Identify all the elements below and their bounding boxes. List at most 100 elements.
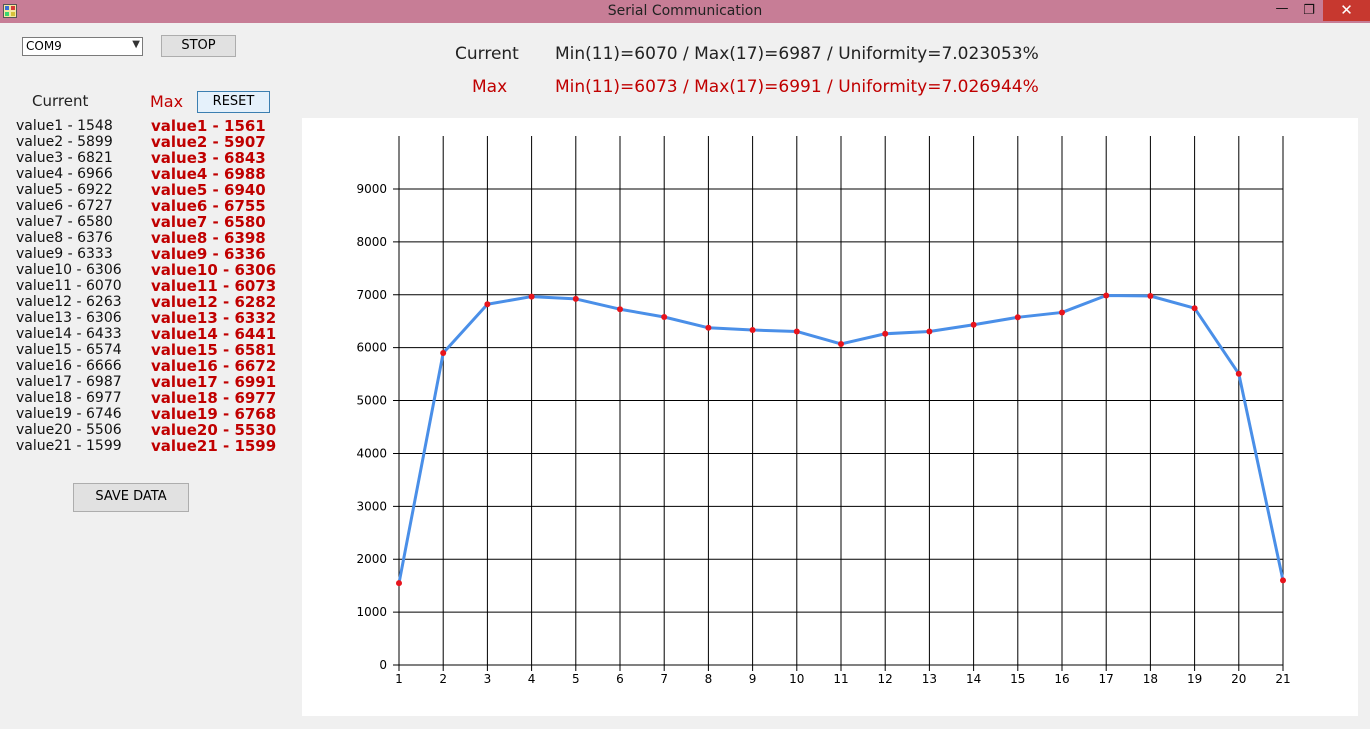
x-tick-label: 3 bbox=[484, 672, 492, 686]
minimize-button[interactable]: — bbox=[1268, 0, 1296, 21]
data-point bbox=[1147, 292, 1154, 299]
max-value-item: value9 - 6336 bbox=[151, 245, 266, 263]
data-point bbox=[1280, 577, 1286, 584]
reset-button[interactable]: RESET bbox=[197, 91, 270, 113]
data-point bbox=[749, 327, 756, 334]
x-tick-label: 8 bbox=[705, 672, 713, 686]
data-point bbox=[705, 324, 712, 331]
data-point bbox=[661, 313, 668, 320]
port-select-value: COM9 bbox=[26, 39, 62, 53]
current-value-item: value2 - 5899 bbox=[16, 134, 113, 150]
y-tick-label: 5000 bbox=[356, 394, 387, 408]
chart-panel: 0 1000 2000 3000 4000 5000 6000 7000 8000 9000 1 2 3… bbox=[302, 118, 1358, 716]
x-tick-label: 9 bbox=[749, 672, 757, 686]
y-tick-label: 3000 bbox=[356, 499, 387, 513]
max-value-item: value6 - 6755 bbox=[151, 197, 266, 215]
y-tick-label: 9000 bbox=[356, 182, 387, 196]
close-button[interactable]: ✕ bbox=[1323, 0, 1370, 21]
x-tick-label: 11 bbox=[833, 672, 848, 686]
x-tick-label: 6 bbox=[616, 672, 624, 686]
x-tick-label: 4 bbox=[528, 672, 536, 686]
x-tick-label: 5 bbox=[572, 672, 580, 686]
x-tick-label: 12 bbox=[878, 672, 893, 686]
data-point bbox=[1103, 292, 1110, 299]
x-tick-label: 16 bbox=[1054, 672, 1069, 686]
y-tick-label: 2000 bbox=[356, 552, 387, 566]
maximize-button[interactable]: ❐ bbox=[1295, 0, 1323, 21]
data-point bbox=[970, 321, 977, 328]
current-value-item: value1 - 1548 bbox=[16, 118, 113, 134]
max-value-item: value14 - 6441 bbox=[151, 325, 277, 343]
max-value-item: value1 - 1561 bbox=[151, 117, 266, 135]
max-value-item: value4 - 6988 bbox=[151, 165, 266, 183]
current-value-item: value16 - 6666 bbox=[16, 358, 122, 374]
current-summary-label: Current bbox=[455, 44, 519, 64]
current-value-item: value14 - 6433 bbox=[16, 326, 122, 342]
current-values-list: value1 - 1548 value2 - 5899 value3 - 6821 v… bbox=[16, 118, 122, 454]
x-tick-label: 1 bbox=[395, 672, 403, 686]
current-value-item: value17 - 6987 bbox=[16, 374, 122, 390]
current-value-item: value9 - 6333 bbox=[16, 246, 113, 262]
max-value-item: value15 - 6581 bbox=[151, 341, 277, 359]
current-value-item: value21 - 1599 bbox=[16, 438, 122, 454]
max-summary-stats: Min(11)=6073 / Max(17)=6991 / Uniformity… bbox=[555, 77, 1039, 97]
max-value-item: value19 - 6768 bbox=[151, 405, 277, 423]
max-value-item: value7 - 6580 bbox=[151, 213, 266, 231]
data-point bbox=[882, 330, 889, 337]
current-value-item: value12 - 6263 bbox=[16, 294, 122, 310]
x-tick-label: 14 bbox=[966, 672, 981, 686]
data-point bbox=[440, 350, 447, 357]
data-point bbox=[528, 293, 535, 300]
data-point bbox=[838, 340, 844, 347]
current-value-item: value4 - 6966 bbox=[16, 166, 113, 182]
current-value-item: value15 - 6574 bbox=[16, 342, 122, 358]
max-value-item: value5 - 6940 bbox=[151, 181, 266, 199]
max-values-list: value1 - 1561 value2 - 5907 value3 - 6843 v… bbox=[151, 118, 276, 454]
current-value-item: value18 - 6977 bbox=[16, 390, 122, 406]
y-tick-label: 1000 bbox=[356, 605, 387, 619]
port-select[interactable]: COM9 ▼ bbox=[22, 37, 143, 56]
x-tick-label: 20 bbox=[1231, 672, 1246, 686]
max-value-item: value10 - 6306 bbox=[151, 261, 277, 279]
window-title: Serial Communication bbox=[607, 3, 763, 19]
current-value-item: value3 - 6821 bbox=[16, 150, 113, 166]
max-value-item: value11 - 6073 bbox=[151, 277, 277, 295]
x-tick-label: 18 bbox=[1143, 672, 1158, 686]
x-tick-label: 19 bbox=[1187, 672, 1202, 686]
max-value-item: value21 - 1599 bbox=[151, 437, 277, 455]
max-value-item: value17 - 6991 bbox=[151, 373, 277, 391]
current-value-item: value19 - 6746 bbox=[16, 406, 122, 422]
stop-button[interactable]: STOP bbox=[161, 35, 236, 57]
current-value-item: value11 - 6070 bbox=[16, 278, 122, 294]
max-value-item: value12 - 6282 bbox=[151, 293, 277, 311]
y-tick-label: 4000 bbox=[356, 446, 387, 460]
data-point bbox=[617, 306, 623, 313]
title-bar: Serial Communication — ❐ ✕ bbox=[0, 0, 1370, 23]
x-tick-label: 17 bbox=[1099, 672, 1114, 686]
x-tick-label: 15 bbox=[1010, 672, 1025, 686]
max-value-item: value2 - 5907 bbox=[151, 133, 266, 151]
max-value-item: value20 - 5530 bbox=[151, 421, 277, 439]
current-header: Current bbox=[32, 92, 89, 110]
data-point bbox=[1191, 305, 1198, 312]
x-tick-label: 13 bbox=[922, 672, 937, 686]
current-value-item: value10 - 6306 bbox=[16, 262, 122, 278]
data-point bbox=[926, 328, 933, 335]
data-point bbox=[1059, 309, 1065, 316]
max-header: Max bbox=[150, 92, 184, 111]
y-tick-label: 7000 bbox=[356, 288, 387, 302]
data-point bbox=[484, 301, 491, 308]
data-point bbox=[572, 295, 579, 302]
y-tick-label: 8000 bbox=[356, 235, 387, 249]
save-data-button[interactable]: SAVE DATA bbox=[73, 483, 189, 512]
current-summary-stats: Min(11)=6070 / Max(17)=6987 / Uniformity… bbox=[555, 44, 1039, 64]
data-point bbox=[1235, 370, 1242, 377]
line-chart: 01000200030004000500060007000800090001 2 3… bbox=[356, 136, 1291, 686]
x-tick-label: 7 bbox=[660, 672, 668, 686]
data-point bbox=[793, 328, 800, 335]
max-summary-label: Max bbox=[472, 77, 508, 97]
max-value-item: value13 - 6332 bbox=[151, 309, 277, 327]
y-tick-label: 0 bbox=[379, 658, 387, 672]
max-value-item: value8 - 6398 bbox=[151, 229, 266, 247]
data-point bbox=[396, 580, 402, 587]
